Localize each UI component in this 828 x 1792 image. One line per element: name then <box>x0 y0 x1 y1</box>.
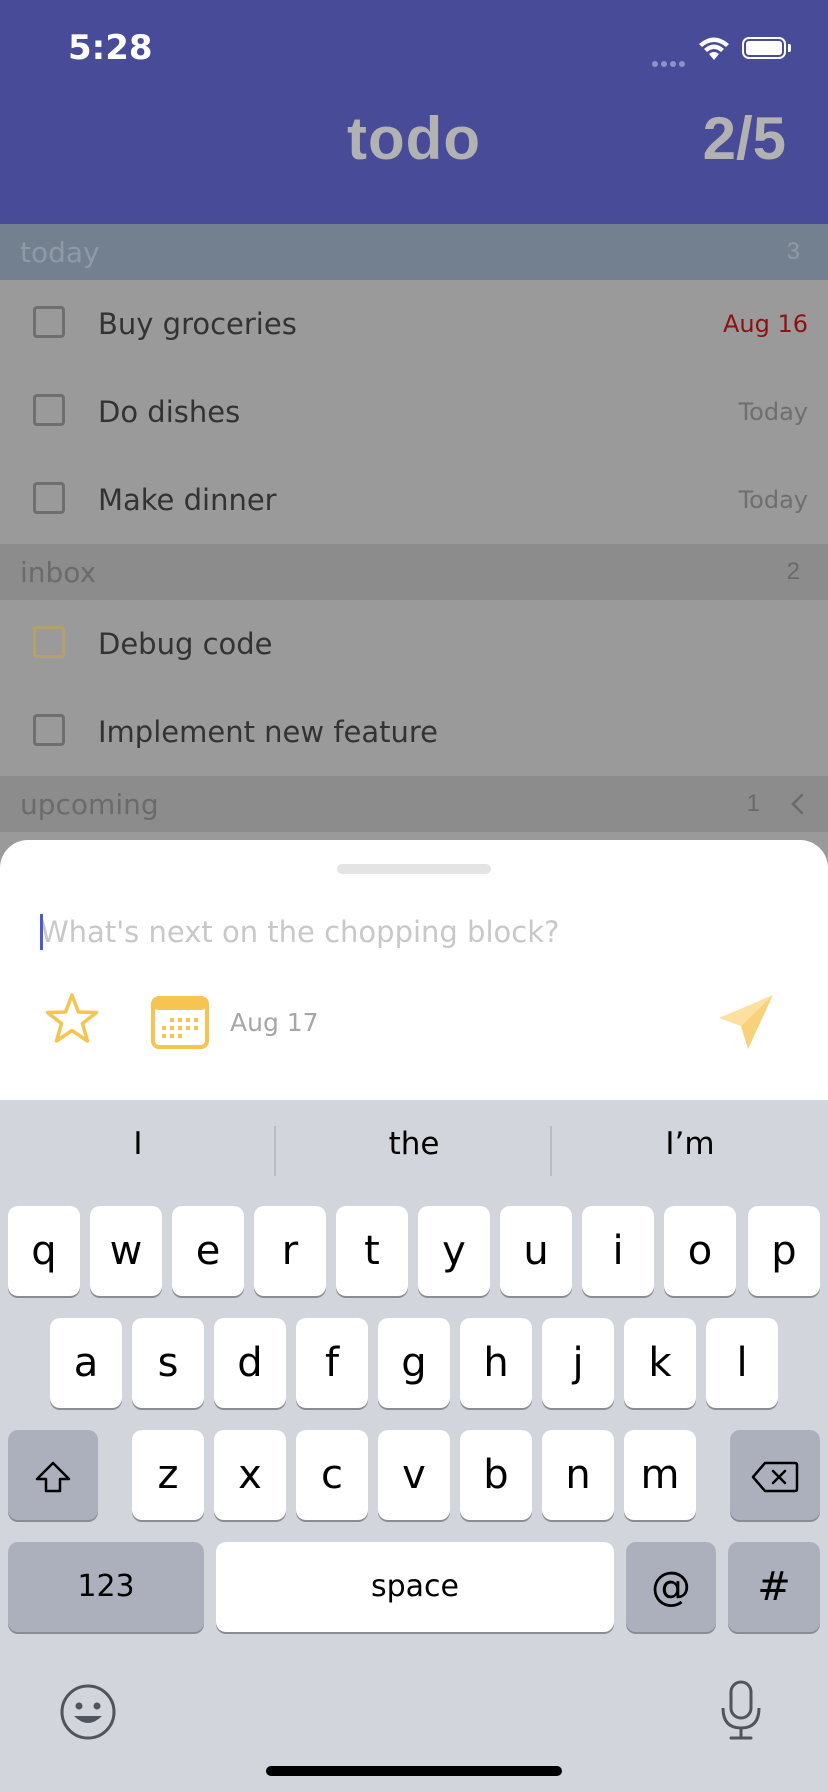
section-header-upcoming[interactable]: upcoming 1 <box>0 776 828 832</box>
task-label: Debug code <box>98 627 273 661</box>
section-title: upcoming <box>20 788 159 821</box>
key-e[interactable]: e <box>172 1206 244 1296</box>
section-title: today <box>20 236 100 269</box>
key-u[interactable]: u <box>500 1206 572 1296</box>
key-t[interactable]: t <box>336 1206 408 1296</box>
shift-icon <box>33 1452 73 1498</box>
task-label: Do dishes <box>98 395 241 429</box>
key-g[interactable]: g <box>378 1318 450 1408</box>
at-key[interactable]: @ <box>626 1542 716 1632</box>
backspace-key[interactable] <box>730 1430 820 1520</box>
sheet-grabber[interactable] <box>337 864 491 874</box>
task-checkbox[interactable] <box>33 306 65 338</box>
task-row[interactable]: Implement new feature <box>0 688 828 776</box>
emoji-icon[interactable] <box>58 1682 118 1747</box>
microphone-icon[interactable] <box>716 1678 766 1747</box>
hash-key[interactable]: # <box>728 1542 820 1632</box>
chevron-left-icon[interactable] <box>788 792 806 821</box>
text-cursor <box>40 914 43 950</box>
key-s[interactable]: s <box>132 1318 204 1408</box>
key-b[interactable]: b <box>460 1430 532 1520</box>
task-checkbox[interactable] <box>33 482 65 514</box>
key-n[interactable]: n <box>542 1430 614 1520</box>
key-l[interactable]: l <box>706 1318 778 1408</box>
shift-key[interactable] <box>8 1430 98 1520</box>
task-progress: 2/5 <box>702 105 786 172</box>
wifi-icon <box>697 36 731 67</box>
numbers-key[interactable]: 123 <box>8 1542 204 1632</box>
key-z[interactable]: z <box>132 1430 204 1520</box>
key-a[interactable]: a <box>50 1318 122 1408</box>
cellular-signal-icon <box>652 54 688 72</box>
section-count: 3 <box>786 238 800 265</box>
star-icon[interactable] <box>42 990 102 1055</box>
status-time: 5:28 <box>68 28 153 68</box>
battery-icon <box>742 37 791 59</box>
task-checkbox[interactable] <box>33 714 65 746</box>
home-indicator[interactable] <box>266 1766 562 1776</box>
key-i[interactable]: i <box>582 1206 654 1296</box>
task-row[interactable]: Buy groceries Aug 16 <box>0 280 828 368</box>
task-row[interactable]: Make dinner Today <box>0 456 828 544</box>
space-key[interactable]: space <box>216 1542 614 1632</box>
task-row[interactable]: Do dishes Today <box>0 368 828 456</box>
key-r[interactable]: r <box>254 1206 326 1296</box>
calendar-icon[interactable] <box>150 994 210 1055</box>
new-task-input[interactable] <box>40 910 780 954</box>
key-y[interactable]: y <box>418 1206 490 1296</box>
task-due-date: Aug 16 <box>722 310 808 338</box>
key-v[interactable]: v <box>378 1430 450 1520</box>
section-count: 2 <box>786 558 800 585</box>
section-header-inbox[interactable]: inbox 2 <box>0 544 828 600</box>
key-q[interactable]: q <box>8 1206 80 1296</box>
task-label: Make dinner <box>98 483 277 517</box>
key-c[interactable]: c <box>296 1430 368 1520</box>
key-h[interactable]: h <box>460 1318 532 1408</box>
task-label: Buy groceries <box>98 307 297 341</box>
suggestion-2[interactable]: the <box>276 1126 552 1162</box>
task-due-date: Today <box>738 486 808 514</box>
suggestion-1[interactable]: I <box>0 1126 276 1162</box>
section-header-today[interactable]: today 3 <box>0 224 828 280</box>
task-checkbox[interactable] <box>33 626 65 658</box>
add-task-sheet <box>0 840 828 1100</box>
key-m[interactable]: m <box>624 1430 696 1520</box>
key-j[interactable]: j <box>542 1318 614 1408</box>
task-checkbox[interactable] <box>33 394 65 426</box>
task-row[interactable]: Debug code <box>0 600 828 688</box>
task-due-date: Today <box>738 398 808 426</box>
key-x[interactable]: x <box>214 1430 286 1520</box>
send-icon[interactable] <box>716 992 776 1057</box>
key-k[interactable]: k <box>624 1318 696 1408</box>
backspace-icon <box>751 1452 799 1498</box>
due-date-label[interactable]: Aug 17 <box>230 1008 319 1037</box>
suggestion-3[interactable]: I’m <box>552 1126 828 1162</box>
section-title: inbox <box>20 556 97 589</box>
key-o[interactable]: o <box>664 1206 736 1296</box>
section-count: 1 <box>746 790 760 817</box>
task-label: Implement new feature <box>98 715 439 749</box>
key-p[interactable]: p <box>748 1206 820 1296</box>
key-d[interactable]: d <box>214 1318 286 1408</box>
key-f[interactable]: f <box>296 1318 368 1408</box>
key-w[interactable]: w <box>90 1206 162 1296</box>
